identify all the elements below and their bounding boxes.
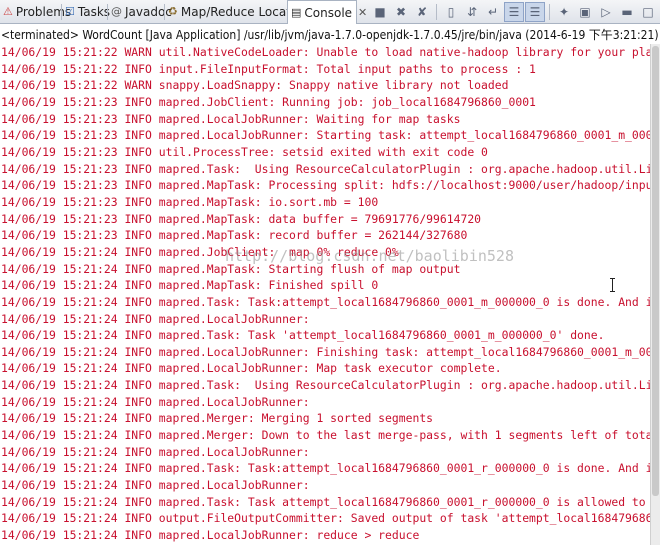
console-line: 14/06/19 15:21:23 INFO mapred.MapTask: P… [1, 178, 650, 193]
terminate-icon[interactable]: ■ [370, 2, 390, 22]
text-cursor-icon [610, 278, 615, 292]
pin-console-icon[interactable]: ✦ [554, 2, 574, 22]
console-line: 14/06/19 15:21:24 INFO mapred.Merger: Do… [1, 428, 650, 443]
console-line: 14/06/19 15:21:22 WARN snappy.LoadSnappy… [1, 78, 509, 93]
console-line: 14/06/19 15:21:23 INFO mapred.Task: Usin… [1, 161, 650, 176]
tab-label: Tasks [77, 4, 111, 19]
console-line: 14/06/19 15:21:24 INFO mapred.Task: Usin… [1, 378, 650, 393]
console-line: 14/06/19 15:21:24 INFO mapred.JobClient:… [1, 244, 399, 259]
console-line: 14/06/19 15:21:24 INFO mapred.Merger: Me… [1, 411, 434, 426]
problems-icon: ⚠ [3, 5, 13, 18]
console-line: 14/06/19 15:21:23 INFO mapred.MapTask: r… [1, 228, 468, 243]
toolbar-separator [436, 4, 437, 20]
console-line: 14/06/19 15:21:24 INFO mapred.LocalJobRu… [1, 528, 420, 543]
scrollbar-thumb[interactable] [652, 46, 659, 496]
view-tab-bar: ⚠ Problems ☑ Tasks @ Javadoc ♻ Map/Reduc… [0, 0, 660, 24]
console-output[interactable]: 14/06/19 15:21:22 WARN util.NativeCodeLo… [0, 44, 650, 545]
console-line: 14/06/19 15:21:22 INFO input.FileInputFo… [1, 61, 536, 76]
word-wrap-icon[interactable]: ↵ [483, 2, 503, 22]
toolbar-separator [549, 4, 550, 20]
tab-problems[interactable]: ⚠ Problems [0, 0, 71, 23]
console-line: 14/06/19 15:21:23 INFO mapred.MapTask: i… [1, 194, 379, 209]
console-icon: ▤ [291, 6, 302, 19]
console-line: 14/06/19 15:21:24 INFO mapred.LocalJobRu… [1, 444, 310, 459]
console-line: 14/06/19 15:21:24 INFO mapred.MapTask: S… [1, 261, 461, 276]
console-line: 14/06/19 15:21:24 INFO mapred.Task: Task… [1, 461, 650, 476]
tab-label: Console [304, 5, 353, 20]
console-line: 14/06/19 15:21:22 WARN util.NativeCodeLo… [1, 45, 650, 59]
tab-console[interactable]: ▤ Console ✕ [287, 0, 367, 24]
tab-javadoc[interactable]: @ Javadoc [108, 0, 172, 23]
show-stdout-icon[interactable]: ☰ [504, 2, 524, 22]
minimize-icon[interactable]: ▬ [617, 2, 637, 22]
console-line: 14/06/19 15:21:23 INFO util.ProcessTree:… [1, 144, 488, 159]
tab-map-reduce-locations[interactable]: ♻ Map/Reduce Locations [165, 0, 315, 23]
open-console-icon[interactable]: ▷ [596, 2, 616, 22]
show-stderr-icon[interactable]: ☰ [525, 2, 545, 22]
console-line: 14/06/19 15:21:24 INFO mapred.Task: Task… [1, 294, 650, 309]
remove-launch-icon[interactable]: ✖ [391, 2, 411, 22]
console-line: 14/06/19 15:21:24 INFO output.FileOutput… [1, 511, 650, 526]
close-icon[interactable]: ✕ [358, 6, 367, 19]
console-line: 14/06/19 15:21:24 INFO mapred.Task: Task… [1, 328, 605, 343]
console-line: 14/06/19 15:21:24 INFO mapred.MapTask: F… [1, 278, 379, 293]
tasks-icon: ☑ [65, 5, 75, 18]
launch-status-line: <terminated> WordCount [Java Application… [1, 28, 659, 42]
console-line: 14/06/19 15:21:24 INFO mapred.LocalJobRu… [1, 361, 502, 376]
maximize-icon[interactable]: □ [638, 2, 658, 22]
console-line: 14/06/19 15:21:24 INFO mapred.LocalJobRu… [1, 478, 310, 493]
vertical-scrollbar[interactable] [650, 44, 660, 545]
console-line: 14/06/19 15:21:23 INFO mapred.LocalJobRu… [1, 128, 650, 143]
console-line: 14/06/19 15:21:23 INFO mapred.MapTask: d… [1, 211, 482, 226]
console-line: 14/06/19 15:21:24 INFO mapred.Task: Task… [1, 494, 650, 509]
console-line: 14/06/19 15:21:24 INFO mapred.LocalJobRu… [1, 344, 650, 359]
console-line: 14/06/19 15:21:24 INFO mapred.LocalJobRu… [1, 311, 310, 326]
display-selected-console-icon[interactable]: ▣ [575, 2, 595, 22]
clear-console-icon[interactable]: ▯ [441, 2, 461, 22]
elephant-icon: ♻ [168, 5, 178, 18]
console-toolbar: ■ ✖ ✘ ▯ ⇵ ↵ ☰ ☰ ✦ ▣ ▷ ▬ □ [370, 2, 658, 22]
javadoc-icon: @ [111, 5, 122, 18]
console-line: 14/06/19 15:21:23 INFO mapred.LocalJobRu… [1, 111, 461, 126]
scroll-lock-icon[interactable]: ⇵ [462, 2, 482, 22]
remove-all-icon[interactable]: ✘ [412, 2, 432, 22]
tab-tasks[interactable]: ☑ Tasks [62, 0, 111, 23]
console-line: 14/06/19 15:21:24 INFO mapred.LocalJobRu… [1, 394, 310, 409]
console-line: 14/06/19 15:21:23 INFO mapred.JobClient:… [1, 94, 536, 109]
